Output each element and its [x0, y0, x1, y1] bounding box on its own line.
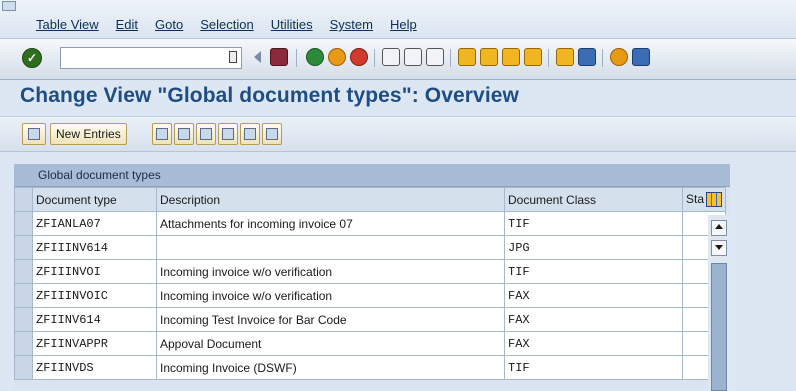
cell-document-class[interactable]: FAX [504, 283, 683, 308]
application-toolbar: New Entries [0, 116, 796, 152]
find-next-icon[interactable] [426, 48, 444, 66]
cell-description[interactable] [156, 235, 505, 260]
page-title: Change View "Global document types": Ove… [20, 84, 519, 107]
cell-document-class[interactable]: TIF [504, 259, 683, 284]
menu-goto[interactable]: Goto [155, 17, 183, 32]
enter-check-icon[interactable]: ✓ [22, 48, 42, 68]
scroll-thumb[interactable] [711, 263, 727, 391]
row-selector[interactable] [14, 331, 33, 356]
cell-document-class[interactable]: TIF [504, 211, 683, 236]
select-all-cell[interactable] [14, 187, 33, 212]
menu-table-view[interactable]: Table View [36, 17, 99, 32]
command-history-icon[interactable] [229, 51, 237, 63]
cell-description[interactable]: Incoming invoice w/o verification [156, 259, 505, 284]
table-row: ZFIANLA07 Attachments for incoming invoi… [14, 211, 727, 236]
save-icon[interactable] [270, 48, 288, 66]
display-change-icon[interactable] [22, 123, 46, 145]
status-header-text: Sta [686, 191, 705, 206]
cell-document-class[interactable]: FAX [504, 307, 683, 332]
first-page-icon[interactable] [458, 48, 476, 66]
standard-toolbar: ✓ [0, 38, 796, 80]
column-header-document-class[interactable]: Document Class [504, 187, 683, 212]
cell-document-type[interactable]: ZFIIINV614 [32, 235, 157, 260]
undo-change-icon[interactable] [196, 123, 216, 145]
copy-as-icon[interactable] [152, 123, 172, 145]
cancel-icon[interactable] [350, 48, 368, 66]
previous-page-icon[interactable] [480, 48, 498, 66]
last-page-icon[interactable] [524, 48, 542, 66]
separator [548, 49, 549, 67]
menu-system[interactable]: System [330, 17, 373, 32]
separator [374, 49, 375, 67]
row-selector[interactable] [14, 307, 33, 332]
cell-document-type[interactable]: ZFIINVAPPR [32, 331, 157, 356]
cell-document-class[interactable]: TIF [504, 355, 683, 380]
menu-utilities[interactable]: Utilities [271, 17, 313, 32]
exit-icon[interactable] [328, 48, 346, 66]
column-header-status[interactable]: Sta [681, 187, 727, 212]
deselect-all-icon[interactable] [262, 123, 282, 145]
row-selector[interactable] [14, 235, 33, 260]
panel-title: Global document types [38, 168, 161, 182]
row-selector[interactable] [14, 259, 33, 284]
cell-description[interactable]: Incoming invoice w/o verification [156, 283, 505, 308]
table-row: ZFIINVAPPR Appoval Document FAX [14, 331, 727, 356]
collapse-arrow-icon[interactable] [254, 51, 261, 63]
table-header-row: Document type Description Document Class… [14, 187, 727, 212]
row-selector[interactable] [14, 355, 33, 380]
scroll-down-icon[interactable] [711, 240, 727, 256]
cell-document-type[interactable]: ZFIIINVOI [32, 259, 157, 284]
next-page-icon[interactable] [502, 48, 520, 66]
cell-description[interactable]: Appoval Document [156, 331, 505, 356]
cell-description[interactable]: Incoming Invoice (DSWF) [156, 355, 505, 380]
new-entries-button[interactable]: New Entries [50, 123, 127, 145]
table-row: ZFIINV614 Incoming Test Invoice for Bar … [14, 307, 727, 332]
panel-header: Global document types [14, 164, 730, 187]
table-settings-icon[interactable] [706, 192, 723, 208]
cell-document-type[interactable]: ZFIINVDS [32, 355, 157, 380]
column-header-document-type[interactable]: Document type [32, 187, 157, 212]
cell-description[interactable]: Attachments for incoming invoice 07 [156, 211, 505, 236]
create-session-icon[interactable] [556, 48, 574, 66]
menu-selection[interactable]: Selection [200, 17, 253, 32]
delete-icon[interactable] [174, 123, 194, 145]
find-icon[interactable] [404, 48, 422, 66]
help-icon[interactable] [610, 48, 628, 66]
scroll-up-icon[interactable] [711, 220, 727, 236]
select-all-icon[interactable] [218, 123, 238, 145]
table-row: ZFIIINVOI Incoming invoice w/o verificat… [14, 259, 727, 284]
table-panel: Global document types Document type Desc… [14, 164, 730, 391]
cell-document-type[interactable]: ZFIINV614 [32, 307, 157, 332]
shortcut-icon[interactable] [578, 48, 596, 66]
cell-document-type[interactable]: ZFIIINVOIC [32, 283, 157, 308]
column-header-description[interactable]: Description [156, 187, 505, 212]
print-icon[interactable] [382, 48, 400, 66]
menu-edit[interactable]: Edit [116, 17, 138, 32]
menu-items: Table View Edit Goto Selection Utilities… [36, 17, 417, 32]
layout-menu-icon[interactable] [632, 48, 650, 66]
table-row: ZFIIINV614 JPG [14, 235, 727, 260]
vertical-scrollbar[interactable] [708, 215, 730, 391]
table-row: ZFIIINVOIC Incoming invoice w/o verifica… [14, 283, 727, 308]
back-icon[interactable] [306, 48, 324, 66]
row-selector[interactable] [14, 283, 33, 308]
select-block-icon[interactable] [240, 123, 260, 145]
separator [296, 49, 297, 67]
cell-document-class[interactable]: JPG [504, 235, 683, 260]
document-types-table: Document type Description Document Class… [14, 187, 727, 380]
separator [450, 49, 451, 67]
command-field[interactable] [60, 47, 242, 69]
cell-description[interactable]: Incoming Test Invoice for Bar Code [156, 307, 505, 332]
row-selector[interactable] [14, 211, 33, 236]
command-input[interactable] [61, 48, 229, 66]
cell-document-type[interactable]: ZFIANLA07 [32, 211, 157, 236]
menu-bar: Table View Edit Goto Selection Utilities… [0, 0, 796, 38]
cell-document-class[interactable]: FAX [504, 331, 683, 356]
window-menu-icon[interactable] [2, 1, 16, 11]
table-row: ZFIINVDS Incoming Invoice (DSWF) TIF [14, 355, 727, 380]
menu-help[interactable]: Help [390, 17, 417, 32]
separator [602, 49, 603, 67]
